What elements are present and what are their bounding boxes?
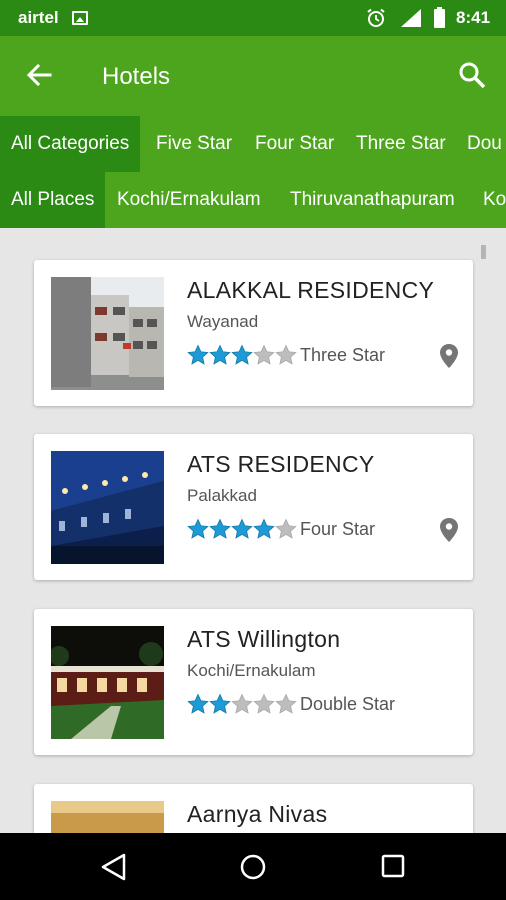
tab-thiruvanathapuram[interactable]: Thiruvanathapuram bbox=[279, 172, 466, 228]
alarm-icon bbox=[367, 8, 385, 27]
carrier-label: airtel bbox=[18, 8, 59, 27]
page-title: Hotels bbox=[102, 63, 171, 90]
clock: 8:41 bbox=[456, 8, 491, 27]
hotel-photo bbox=[51, 451, 164, 564]
hotel-card[interactable]: Aarnya Nivas bbox=[34, 784, 473, 833]
map-pin-icon[interactable] bbox=[438, 517, 460, 543]
tab-kochi-ernakulam[interactable]: Kochi/Ernakulam bbox=[106, 172, 272, 228]
hotel-photo bbox=[51, 801, 164, 833]
star-filled-icon bbox=[209, 518, 231, 539]
tab-all-places[interactable]: All Places bbox=[0, 172, 106, 228]
status-bar: airtel 8:41 bbox=[0, 0, 506, 36]
hotel-card[interactable]: ATS Willington Kochi/Ernakulam Double St… bbox=[34, 609, 473, 755]
star-rating bbox=[187, 693, 297, 715]
app-bar: Hotels bbox=[0, 36, 506, 116]
system-navigation-bar bbox=[0, 833, 506, 900]
hotel-name: Aarnya Nivas bbox=[187, 801, 328, 827]
star-empty-icon bbox=[275, 344, 297, 365]
hotel-location: Palakkad bbox=[187, 486, 257, 505]
category-filter-tabs: All Categories Five Star Four Star Three… bbox=[0, 116, 506, 172]
hotel-location: Wayanad bbox=[187, 312, 259, 331]
battery-icon bbox=[434, 7, 445, 28]
hotel-card[interactable]: ALAKKAL RESIDENCY Wayanad Three Star bbox=[34, 260, 473, 406]
nav-recents-icon[interactable] bbox=[381, 854, 405, 878]
hotel-name: ALAKKAL RESIDENCY bbox=[187, 277, 435, 303]
tab-five-star[interactable]: Five Star bbox=[145, 116, 243, 172]
image-notification-icon bbox=[72, 11, 88, 25]
hotel-category: Four Star bbox=[300, 519, 376, 539]
star-empty-icon bbox=[253, 693, 275, 714]
star-filled-icon bbox=[187, 693, 209, 714]
tab-double-star[interactable]: Dou bbox=[456, 116, 506, 172]
star-filled-icon bbox=[209, 693, 231, 714]
hotel-category: Double Star bbox=[300, 694, 396, 714]
hotel-card[interactable]: ATS RESIDENCY Palakkad Four Star bbox=[34, 434, 473, 580]
star-filled-icon bbox=[231, 344, 253, 365]
star-empty-icon bbox=[231, 693, 253, 714]
hotel-photo bbox=[51, 277, 164, 390]
hotel-list: ALAKKAL RESIDENCY Wayanad Three Star ATS… bbox=[0, 228, 506, 833]
nav-back-icon[interactable] bbox=[100, 852, 128, 882]
tab-kozhikode[interactable]: Ko bbox=[472, 172, 506, 228]
hotel-category: Three Star bbox=[300, 345, 386, 365]
hotel-name: ATS Willington bbox=[187, 626, 341, 652]
star-filled-icon bbox=[253, 518, 275, 539]
search-icon[interactable] bbox=[458, 61, 486, 89]
place-filter-tabs: All Places Kochi/Ernakulam Thiruvanathap… bbox=[0, 172, 506, 228]
star-filled-icon bbox=[187, 344, 209, 365]
map-pin-icon[interactable] bbox=[438, 343, 460, 369]
hotel-name: ATS RESIDENCY bbox=[187, 451, 375, 477]
star-filled-icon bbox=[187, 518, 209, 539]
tab-three-star[interactable]: Three Star bbox=[345, 116, 457, 172]
tab-all-categories[interactable]: All Categories bbox=[0, 116, 141, 172]
star-empty-icon bbox=[275, 518, 297, 539]
star-rating bbox=[187, 344, 297, 366]
star-filled-icon bbox=[231, 518, 253, 539]
nav-home-icon[interactable] bbox=[240, 854, 266, 880]
star-filled-icon bbox=[209, 344, 231, 365]
hotel-photo bbox=[51, 626, 164, 739]
tab-four-star[interactable]: Four Star bbox=[244, 116, 345, 172]
star-empty-icon bbox=[275, 693, 297, 714]
star-empty-icon bbox=[253, 344, 275, 365]
back-arrow-icon[interactable] bbox=[24, 60, 54, 90]
star-rating bbox=[187, 518, 297, 540]
signal-icon bbox=[401, 9, 421, 27]
hotel-location: Kochi/Ernakulam bbox=[187, 661, 316, 680]
